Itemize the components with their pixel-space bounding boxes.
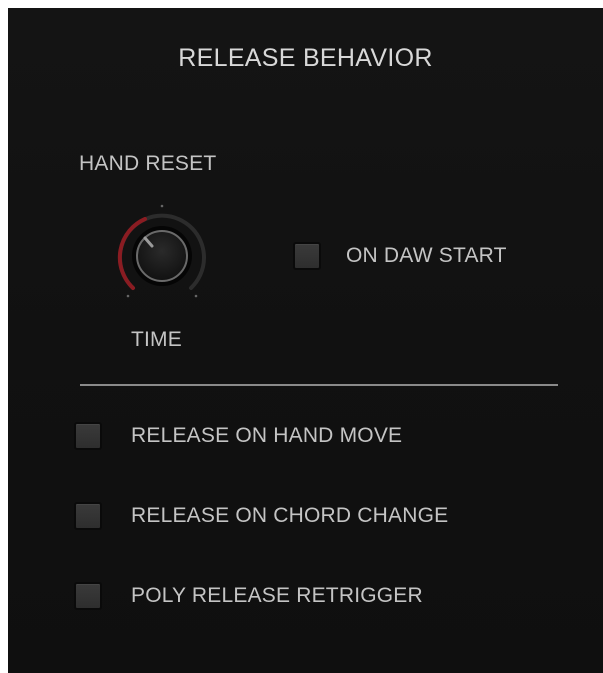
on-daw-start-label[interactable]: ON DAW START <box>346 244 507 268</box>
knob-tick-min <box>126 294 130 298</box>
release-behavior-panel: RELEASE BEHAVIOR HAND RESET TIME ON DAW … <box>8 8 603 673</box>
knob-tick-max <box>194 294 198 298</box>
poly-release-retrigger-checkbox[interactable] <box>74 582 102 610</box>
time-knob[interactable] <box>106 200 218 312</box>
poly-release-retrigger-label[interactable]: POLY RELEASE RETRIGGER <box>131 584 423 608</box>
knob-tick-top <box>160 204 164 208</box>
panel-title: RELEASE BEHAVIOR <box>178 44 433 72</box>
time-knob-label: TIME <box>131 328 182 351</box>
release-on-hand-move-checkbox[interactable] <box>74 422 102 450</box>
on-daw-start-checkbox[interactable] <box>293 242 321 270</box>
rotary-knob-icon <box>117 204 206 298</box>
section-divider <box>80 384 558 386</box>
release-on-hand-move-label[interactable]: RELEASE ON HAND MOVE <box>131 424 402 448</box>
release-on-chord-change-checkbox[interactable] <box>74 502 102 530</box>
release-on-chord-change-label[interactable]: RELEASE ON CHORD CHANGE <box>131 504 448 528</box>
hand-reset-label: HAND RESET <box>79 152 217 175</box>
